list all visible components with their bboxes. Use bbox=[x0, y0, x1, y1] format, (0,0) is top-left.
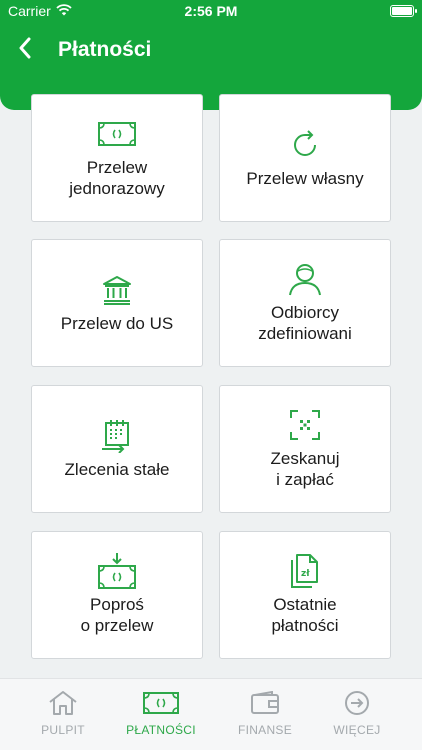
tile-label: Odbiorcy zdefiniowani bbox=[258, 303, 352, 343]
tile-label: Przelew własny bbox=[246, 168, 364, 188]
calendar-arrow-icon bbox=[101, 419, 133, 453]
tile-label: Przelew do US bbox=[60, 313, 174, 333]
tile-defined-recipients[interactable]: Odbiorcy zdefiniowani bbox=[219, 239, 391, 367]
status-time: 2:56 PM bbox=[184, 3, 238, 19]
status-bar: Carrier 2:56 PM bbox=[0, 0, 422, 24]
tab-label: PŁATNOŚCI bbox=[126, 723, 196, 737]
battery-icon bbox=[390, 5, 417, 17]
svg-text:zł: zł bbox=[301, 569, 310, 579]
back-button[interactable] bbox=[12, 36, 38, 64]
arrow-circle-icon bbox=[344, 689, 370, 717]
bank-icon bbox=[101, 273, 133, 307]
tile-recent-payments[interactable]: zł Ostatnie płatności bbox=[219, 531, 391, 659]
tile-label: Poproś o przelew bbox=[80, 595, 154, 635]
tile-label: Zeskanuj i zapłać bbox=[270, 449, 340, 489]
tile-own-transfer[interactable]: Przelew własny bbox=[219, 94, 391, 222]
tile-one-time-transfer[interactable]: Przelew jednorazowy bbox=[31, 94, 203, 222]
tab-finanse[interactable]: FINANSE bbox=[215, 689, 315, 745]
banknote-request-icon bbox=[98, 553, 136, 589]
tab-label: FINANSE bbox=[237, 723, 293, 737]
tile-standing-orders[interactable]: Zlecenia stałe bbox=[31, 385, 203, 513]
person-icon bbox=[288, 262, 322, 296]
tab-label: PULPIT bbox=[41, 723, 85, 737]
chevron-left-icon bbox=[18, 37, 32, 64]
tile-tax-office-transfer[interactable]: Przelew do US bbox=[31, 239, 203, 367]
documents-icon: zł bbox=[290, 554, 320, 588]
banknote-icon bbox=[98, 117, 136, 151]
tile-label: Przelew jednorazowy bbox=[69, 158, 165, 198]
wallet-icon bbox=[250, 689, 280, 717]
tile-label: Zlecenia stałe bbox=[64, 459, 170, 479]
tile-scan-and-pay[interactable]: Zeskanuj i zapłać bbox=[219, 385, 391, 513]
tab-label: WIĘCEJ bbox=[333, 723, 381, 737]
page-title: Płatności bbox=[58, 38, 152, 61]
banknote-icon bbox=[143, 689, 179, 717]
tab-wiecej[interactable]: WIĘCEJ bbox=[307, 689, 407, 745]
tab-pulpit[interactable]: PULPIT bbox=[13, 689, 113, 745]
qr-scan-icon bbox=[289, 408, 321, 442]
tile-label: Ostatnie płatności bbox=[271, 595, 339, 635]
tab-platnosci[interactable]: PŁATNOŚCI bbox=[111, 689, 211, 745]
tile-request-transfer[interactable]: Poproś o przelew bbox=[31, 531, 203, 659]
refresh-icon bbox=[289, 128, 321, 162]
home-icon bbox=[48, 689, 78, 717]
bottom-tab-bar: PULPIT PŁATNOŚCI FINANSE WIĘCEJ bbox=[0, 678, 422, 750]
